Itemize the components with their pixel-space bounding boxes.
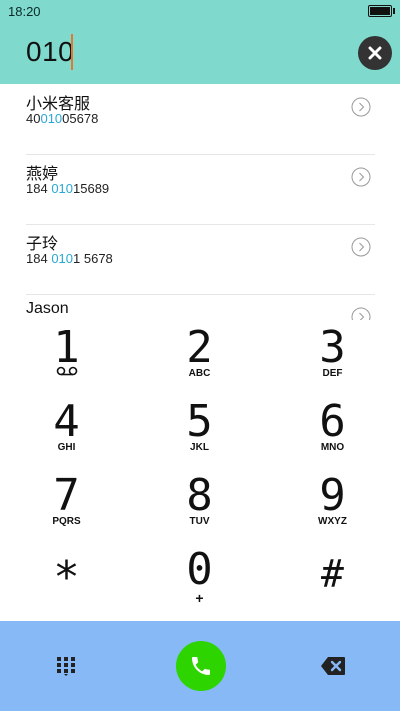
key-digit: 1	[53, 322, 80, 373]
chevron-right-circle-icon[interactable]	[351, 307, 371, 320]
key-digit: 9	[319, 470, 346, 521]
key-letters: JKL	[190, 442, 209, 453]
key-letters: ABC	[188, 368, 211, 379]
key-3[interactable]: 3 DEF	[266, 320, 399, 394]
key-digit: #	[321, 552, 344, 596]
contact-row[interactable]: 小米客服 4001005678	[26, 84, 375, 155]
status-bar: 18:20	[0, 0, 400, 22]
contact-number: 184 01015689	[26, 181, 110, 196]
dial-keypad: 1 2 ABC 3 DEF 4 GHI 5 JKL 6 MNO 7 PQRS 8…	[0, 320, 400, 620]
dial-entry-bar: 010	[0, 22, 400, 84]
key-7[interactable]: 7 PQRS	[0, 468, 133, 542]
key-letters: TUV	[189, 516, 210, 527]
key-4[interactable]: 4 GHI	[0, 394, 133, 468]
contact-row[interactable]: Jason	[26, 294, 375, 320]
clear-button[interactable]	[358, 36, 392, 70]
voicemail-icon	[56, 366, 77, 376]
key-digit: 2	[186, 322, 213, 373]
match-highlight: 010	[51, 251, 74, 266]
key-letters: MNO	[320, 442, 345, 453]
key-letters: PQRS	[52, 516, 81, 527]
chevron-right-circle-icon[interactable]	[351, 237, 371, 257]
key-digit: 4	[53, 396, 80, 447]
key-letters: WXYZ	[318, 516, 347, 527]
key-9[interactable]: 9 WXYZ	[266, 468, 399, 542]
key-digit: 6	[319, 396, 346, 447]
key-1[interactable]: 1	[0, 320, 133, 394]
key-digit: 3	[319, 322, 346, 373]
phone-icon	[192, 657, 210, 675]
call-button[interactable]	[176, 641, 226, 691]
match-highlight: 010	[51, 181, 74, 196]
battery-icon	[368, 5, 395, 17]
key-star[interactable]: *	[0, 542, 133, 616]
contact-results-list[interactable]: 小米客服 4001005678 燕婷 184 01015689 子玲 184 0…	[0, 84, 400, 320]
match-highlight: 010	[40, 111, 63, 126]
dialed-number[interactable]: 010	[26, 36, 74, 68]
contact-number: 184 0101 5678	[26, 251, 113, 266]
key-letters: DEF	[322, 368, 343, 379]
key-letters: +	[195, 590, 204, 606]
key-0[interactable]: 0 +	[133, 542, 266, 616]
status-time: 18:20	[8, 4, 41, 19]
key-2[interactable]: 2 ABC	[133, 320, 266, 394]
chevron-right-circle-icon[interactable]	[351, 167, 371, 187]
clear-icon	[368, 46, 382, 60]
key-digit: 7	[53, 470, 80, 521]
key-digit: 0	[186, 544, 213, 595]
key-digit: 5	[186, 396, 213, 447]
key-5[interactable]: 5 JKL	[133, 394, 266, 468]
contact-number: 4001005678	[26, 111, 99, 126]
contact-name: Jason	[26, 300, 69, 317]
key-6[interactable]: 6 MNO	[266, 394, 399, 468]
key-hash[interactable]: #	[266, 542, 399, 616]
bottom-action-bar	[0, 621, 400, 711]
contact-row[interactable]: 燕婷 184 01015689	[26, 154, 375, 225]
contact-row[interactable]: 子玲 184 0101 5678	[26, 224, 375, 295]
dialpad-icon[interactable]	[56, 656, 76, 676]
chevron-right-circle-icon[interactable]	[351, 97, 371, 117]
key-digit: *	[53, 552, 80, 603]
key-8[interactable]: 8 TUV	[133, 468, 266, 542]
backspace-icon[interactable]	[320, 656, 346, 676]
key-digit: 8	[186, 470, 213, 521]
key-letters: GHI	[57, 442, 76, 453]
text-cursor	[71, 34, 73, 70]
